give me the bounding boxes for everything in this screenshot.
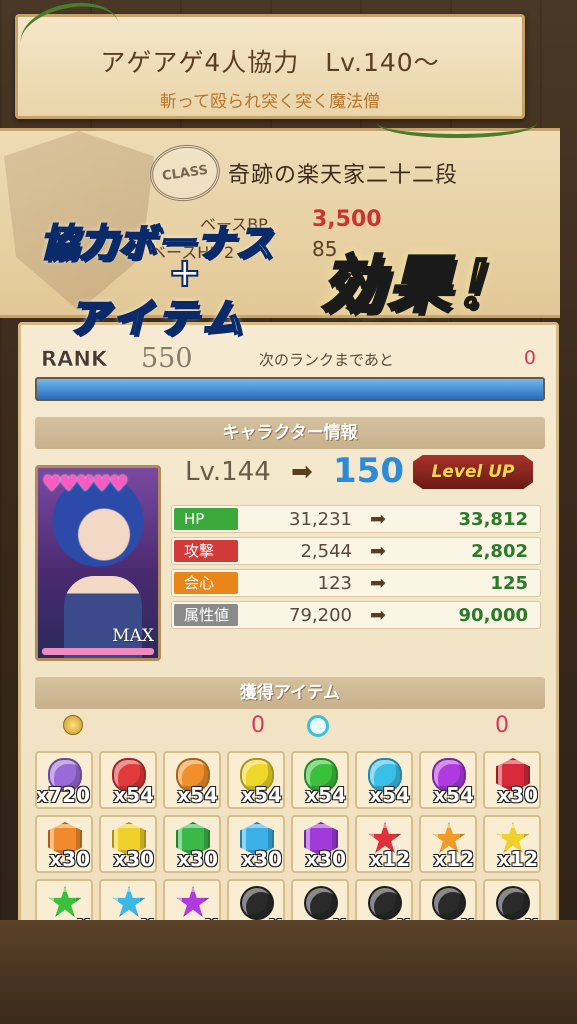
item-quantity: x54 [113, 783, 154, 807]
item-quantity: x54 [241, 783, 282, 807]
level-new: 150 [333, 451, 404, 491]
rank-value: 550 [141, 343, 193, 374]
class-name: 奇跡の楽天家二十二段 [228, 163, 459, 188]
item-cell[interactable]: x30 [227, 815, 285, 873]
item-cell[interactable]: x30 [483, 751, 541, 809]
item-cell[interactable]: x54 [163, 751, 221, 809]
item-quantity: x12 [369, 847, 410, 871]
stat-tag: HP [174, 508, 238, 530]
bottom-frame [0, 920, 577, 1024]
max-label: MAX [112, 626, 154, 646]
coin-icon [63, 715, 83, 735]
stat-new: 125 [490, 573, 528, 594]
affection-hearts-icon: ♥♥♥♥♥ [42, 472, 129, 497]
item-cell[interactable]: x54 [419, 751, 477, 809]
item-quantity: x30 [497, 783, 538, 807]
item-grid: x720 x54 x54 x54 x54 x54 x54 x30 x30 x30 x30 x30 x30… [35, 751, 545, 937]
rank-progress-bar [35, 377, 545, 401]
level-arrow-icon: ➡ [291, 457, 313, 487]
stat-row-critical: 会心 123 ➡ 125 [171, 569, 541, 597]
rank-progress-fill [37, 379, 543, 399]
item-quantity: x30 [305, 847, 346, 871]
orb-value: 0 [495, 713, 509, 738]
stat-new: 33,812 [458, 509, 528, 530]
stat-tag: 会心 [174, 572, 238, 594]
coin-value: 0 [251, 713, 265, 738]
item-cell[interactable]: x30 [99, 815, 157, 873]
item-cell[interactable]: x30 [35, 815, 93, 873]
stat-row-hp: HP 31,231 ➡ 33,812 [171, 505, 541, 533]
item-cell[interactable]: x720 [35, 751, 93, 809]
item-quantity: x54 [433, 783, 474, 807]
character-info-header: キャラクター情報 [35, 417, 545, 449]
item-quantity: x30 [177, 847, 218, 871]
stat-old: 31,231 [289, 509, 352, 530]
stat-old: 123 [317, 573, 352, 594]
item-cell[interactable]: x54 [291, 751, 349, 809]
item-quantity: x30 [49, 847, 90, 871]
caption-item: アイテム [67, 295, 248, 343]
item-quantity: x720 [35, 783, 90, 807]
stat-old: 79,200 [289, 605, 352, 626]
stat-new: 2,802 [471, 541, 528, 562]
items-header: 獲得アイテム [35, 677, 545, 709]
vine-decoration-2 [377, 108, 537, 138]
stat-arrow-icon: ➡ [370, 508, 386, 530]
item-quantity: x54 [177, 783, 218, 807]
stat-arrow-icon: ➡ [370, 572, 386, 594]
level-old: Lv.144 [185, 457, 271, 487]
stat-tag: 属性値 [174, 604, 238, 626]
rank-label: RANK [41, 347, 108, 372]
stat-new: 90,000 [458, 605, 528, 626]
stat-tag: 攻撃 [174, 540, 238, 562]
item-cell[interactable]: x30 [291, 815, 349, 873]
item-quantity: x54 [305, 783, 346, 807]
item-cell[interactable]: x54 [99, 751, 157, 809]
stat-row-attack: 攻撃 2,544 ➡ 2,802 [171, 537, 541, 565]
stat-arrow-icon: ➡ [370, 604, 386, 626]
stat-arrow-icon: ➡ [370, 540, 386, 562]
item-cell[interactable]: x12 [355, 815, 413, 873]
item-cell[interactable]: x54 [355, 751, 413, 809]
currency-row: 0 0 [35, 711, 545, 741]
rank-next-text: 次のランクまであと [259, 351, 394, 369]
item-cell[interactable]: x12 [419, 815, 477, 873]
item-quantity: x30 [113, 847, 154, 871]
class-stamp: CLASS [146, 140, 224, 206]
item-cell[interactable]: x30 [163, 815, 221, 873]
result-panel: RANK 550 次のランクまであと 0 キャラクター情報 ♥♥♥♥♥ MAX … [18, 322, 559, 942]
base-bp-value: 3,500 [312, 207, 382, 232]
orb-icon [307, 715, 329, 737]
rank-remaining: 0 [523, 347, 536, 369]
level-up-badge: Level UP [413, 455, 533, 489]
item-cell[interactable]: x54 [227, 751, 285, 809]
caption-effect: 効果！ [320, 247, 521, 323]
caption-coop-bonus: 協力ボーナス [39, 220, 275, 266]
item-quantity: x12 [433, 847, 474, 871]
item-quantity: x54 [369, 783, 410, 807]
item-cell[interactable]: x12 [483, 815, 541, 873]
item-quantity: x12 [497, 847, 538, 871]
stat-row-attribute: 属性値 79,200 ➡ 90,000 [171, 601, 541, 629]
character-portrait[interactable]: ♥♥♥♥♥ MAX [35, 465, 161, 661]
affection-bar [42, 648, 154, 655]
stat-old: 2,544 [300, 541, 352, 562]
item-quantity: x30 [241, 847, 282, 871]
